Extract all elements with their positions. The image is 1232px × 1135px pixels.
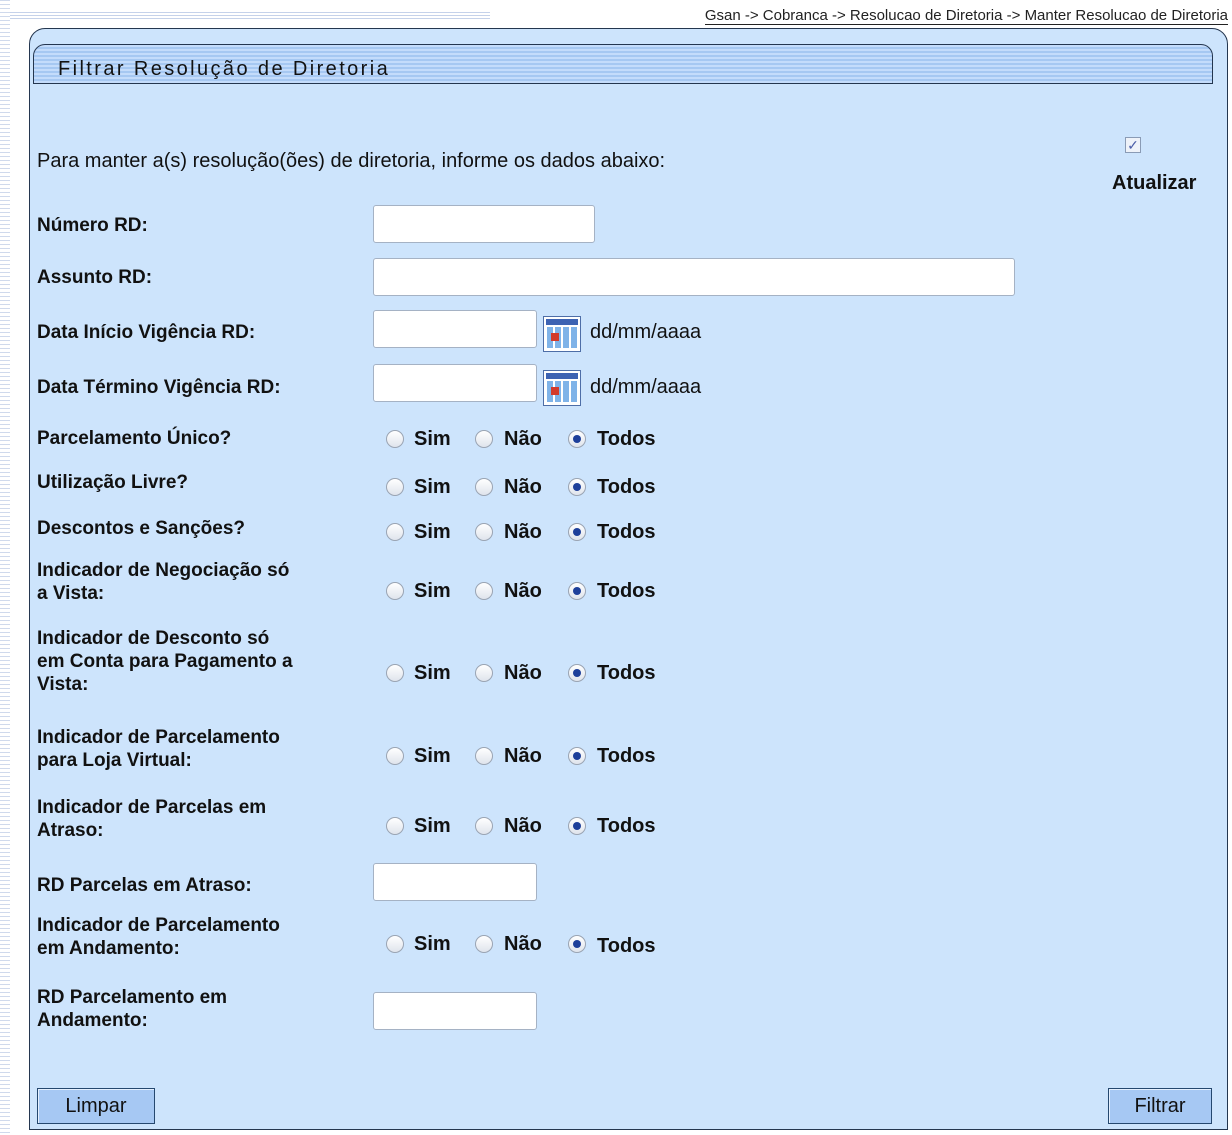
radio-nao[interactable]: [475, 523, 493, 541]
parcelas-atraso-label: Indicador de Parcelas em Atraso:: [37, 797, 267, 841]
data-termino-label: Data Término Vigência RD:: [37, 377, 281, 398]
radio-sim[interactable]: [386, 664, 404, 682]
radio-sim[interactable]: [386, 523, 404, 541]
radio-nao[interactable]: [475, 747, 493, 765]
calendar-icon[interactable]: [543, 316, 581, 352]
radio-todos-label: Todos: [597, 935, 656, 957]
radio-sim-label: Sim: [414, 815, 451, 837]
radio-todos[interactable]: [568, 582, 586, 600]
radio-nao-label: Não: [504, 521, 542, 543]
radio-nao[interactable]: [475, 664, 493, 682]
radio-sim-label: Sim: [414, 428, 451, 450]
radio-todos-label: Todos: [597, 745, 656, 767]
filter-button[interactable]: Filtrar: [1108, 1088, 1212, 1124]
radio-sim[interactable]: [386, 747, 404, 765]
assunto-rd-label: Assunto RD:: [37, 267, 153, 288]
radio-sim[interactable]: [386, 478, 404, 496]
radio-nao[interactable]: [475, 817, 493, 835]
numero-rd-input[interactable]: [373, 205, 595, 243]
radio-nao[interactable]: [475, 430, 493, 448]
radio-nao[interactable]: [475, 582, 493, 600]
assunto-rd-input[interactable]: [373, 258, 1015, 296]
radio-todos[interactable]: [568, 523, 586, 541]
radio-nao-label: Não: [504, 745, 542, 767]
utilizacao-livre-label: Utilização Livre?: [37, 472, 188, 493]
radio-sim-label: Sim: [414, 933, 451, 955]
radio-todos[interactable]: [568, 664, 586, 682]
radio-todos[interactable]: [568, 478, 586, 496]
radio-sim[interactable]: [386, 817, 404, 835]
parcelamento-unico-label: Parcelamento Único?: [37, 428, 232, 449]
radio-nao-label: Não: [504, 476, 542, 498]
radio-todos-label: Todos: [597, 521, 656, 543]
radio-sim[interactable]: [386, 582, 404, 600]
radio-todos-label: Todos: [597, 428, 656, 450]
clear-button[interactable]: Limpar: [37, 1088, 155, 1124]
top-decorative-lines: [10, 12, 490, 20]
rd-parcelas-atraso-input[interactable]: [373, 863, 537, 901]
radio-todos-label: Todos: [597, 662, 656, 684]
radio-todos-label: Todos: [597, 580, 656, 602]
rd-parcelas-atraso-label: RD Parcelas em Atraso:: [37, 875, 252, 896]
radio-nao[interactable]: [475, 478, 493, 496]
data-termino-input[interactable]: [373, 364, 537, 402]
negociacao-a-vista-label: Indicador de Negociação só a Vista:: [37, 560, 290, 604]
date-format-hint: dd/mm/aaaa: [590, 321, 702, 343]
date-format-hint: dd/mm/aaaa: [590, 376, 702, 398]
left-decorative-stripe: [0, 0, 10, 1135]
radio-sim[interactable]: [386, 935, 404, 953]
radio-nao-label: Não: [504, 428, 542, 450]
radio-todos-label: Todos: [597, 476, 656, 498]
loja-virtual-label: Indicador de Parcelamento para Loja Virtu…: [37, 727, 280, 771]
rd-parcelamento-andamento-label: RD Parcelamento em Andamento:: [37, 987, 228, 1031]
radio-sim[interactable]: [386, 430, 404, 448]
calendar-icon[interactable]: [543, 370, 581, 406]
radio-nao-label: Não: [504, 815, 542, 837]
update-label: Atualizar: [1112, 172, 1197, 194]
radio-nao[interactable]: [475, 935, 493, 953]
radio-sim-label: Sim: [414, 745, 451, 767]
radio-todos[interactable]: [568, 935, 586, 953]
data-inicio-input[interactable]: [373, 310, 537, 348]
radio-todos-label: Todos: [597, 815, 656, 837]
radio-nao-label: Não: [504, 662, 542, 684]
page-title: Filtrar Resolução de Diretoria: [58, 58, 391, 80]
radio-todos[interactable]: [568, 430, 586, 448]
intro-text: Para manter a(s) resolução(ões) de diret…: [37, 150, 666, 172]
radio-sim-label: Sim: [414, 580, 451, 602]
rd-parcelamento-andamento-input[interactable]: [373, 992, 537, 1030]
breadcrumb: Gsan -> Cobranca -> Resolucao de Diretor…: [704, 7, 1228, 25]
update-checkbox[interactable]: ✓: [1125, 137, 1141, 153]
radio-sim-label: Sim: [414, 521, 451, 543]
radio-todos[interactable]: [568, 747, 586, 765]
radio-nao-label: Não: [504, 933, 542, 955]
numero-rd-label: Número RD:: [37, 215, 148, 236]
parcelamento-andamento-label: Indicador de Parcelamento em Andamento:: [37, 915, 280, 959]
radio-sim-label: Sim: [414, 476, 451, 498]
descontos-sancoes-label: Descontos e Sanções?: [37, 518, 246, 539]
radio-todos[interactable]: [568, 817, 586, 835]
data-inicio-label: Data Início Vigência RD:: [37, 322, 256, 343]
radio-sim-label: Sim: [414, 662, 451, 684]
desconto-conta-a-vista-label: Indicador de Desconto só em Conta para Pa…: [37, 628, 293, 695]
radio-nao-label: Não: [504, 580, 542, 602]
